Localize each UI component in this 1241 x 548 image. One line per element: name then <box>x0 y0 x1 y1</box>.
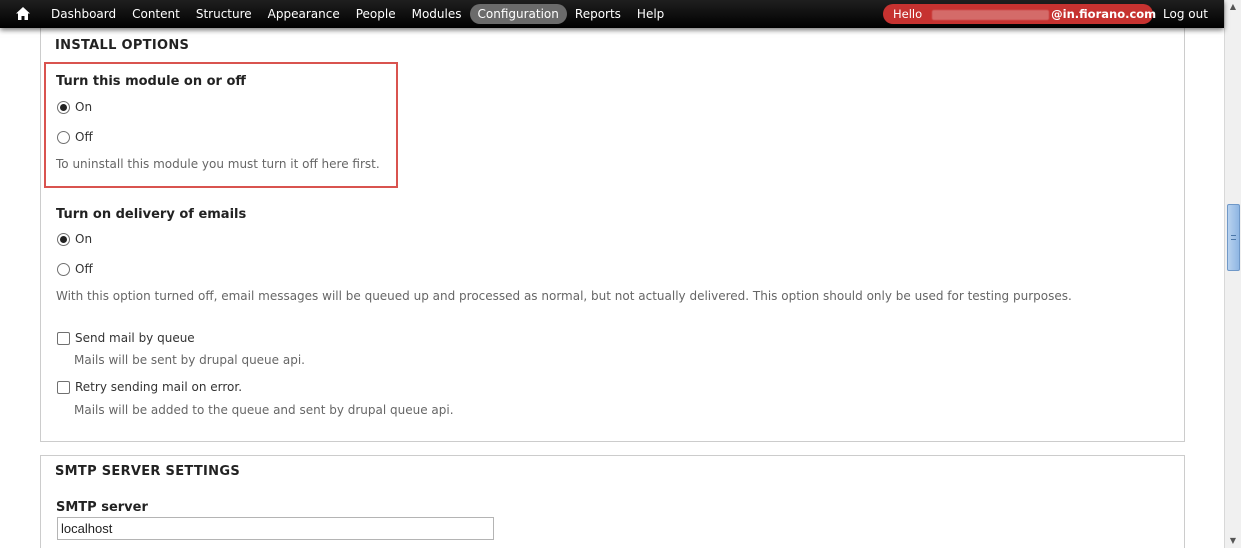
toolbar-menu: Dashboard Content Structure Appearance P… <box>43 4 672 24</box>
smtp-server-title: SMTP server <box>56 500 148 515</box>
install-options-legend: INSTALL OPTIONS <box>55 38 190 53</box>
admin-toolbar: Dashboard Content Structure Appearance P… <box>0 0 1224 28</box>
user-email-domain: @in.fiorano.com <box>1051 7 1157 21</box>
user-account-link[interactable]: Hello @in.fiorano.com <box>883 4 1157 24</box>
menu-configuration[interactable]: Configuration <box>469 4 567 24</box>
menu-help[interactable]: Help <box>629 4 672 24</box>
menu-modules[interactable]: Modules <box>404 4 470 24</box>
retry-on-error-checkbox[interactable] <box>57 380 70 394</box>
menu-appearance[interactable]: Appearance <box>260 4 348 24</box>
redacted-username <box>932 9 1050 20</box>
delivery-on-label: On <box>75 232 93 246</box>
grip-icon <box>1231 235 1236 240</box>
send-by-queue-option[interactable]: Send mail by queue <box>57 331 195 345</box>
logout-link[interactable]: Log out <box>1163 4 1208 24</box>
menu-dashboard[interactable]: Dashboard <box>43 4 124 24</box>
menu-structure[interactable]: Structure <box>188 4 260 24</box>
retry-on-error-description: Mails will be added to the queue and sen… <box>74 403 454 417</box>
menu-people[interactable]: People <box>348 4 404 24</box>
delivery-off-radio[interactable] <box>57 262 70 276</box>
menu-content[interactable]: Content <box>124 4 188 24</box>
smtp-settings-fieldset: SMTP SERVER SETTINGS SMTP server <box>40 455 1185 548</box>
delivery-on-radio[interactable] <box>57 232 70 246</box>
menu-reports[interactable]: Reports <box>567 4 629 24</box>
scroll-thumb[interactable] <box>1227 204 1240 271</box>
highlight-annotation <box>44 62 398 188</box>
retry-on-error-label: Retry sending mail on error. <box>75 380 243 394</box>
delivery-off-label: Off <box>75 262 93 276</box>
send-by-queue-checkbox[interactable] <box>57 331 70 345</box>
retry-on-error-option[interactable]: Retry sending mail on error. <box>57 380 242 394</box>
email-delivery-title: Turn on delivery of emails <box>56 207 247 222</box>
delivery-off-option[interactable]: Off <box>57 262 93 276</box>
smtp-server-input[interactable] <box>57 517 494 540</box>
page-scrollbar[interactable]: ▲ ▼ <box>1224 0 1241 548</box>
send-by-queue-description: Mails will be sent by drupal queue api. <box>74 353 305 367</box>
delivery-on-option[interactable]: On <box>57 232 92 246</box>
scroll-up-icon[interactable]: ▲ <box>1225 0 1241 14</box>
email-delivery-description: With this option turned off, email messa… <box>56 289 1072 303</box>
home-icon[interactable] <box>14 5 32 23</box>
scroll-down-icon[interactable]: ▼ <box>1225 534 1241 548</box>
smtp-settings-legend: SMTP SERVER SETTINGS <box>55 464 240 479</box>
hello-label: Hello <box>893 7 923 21</box>
send-by-queue-label: Send mail by queue <box>75 331 195 345</box>
